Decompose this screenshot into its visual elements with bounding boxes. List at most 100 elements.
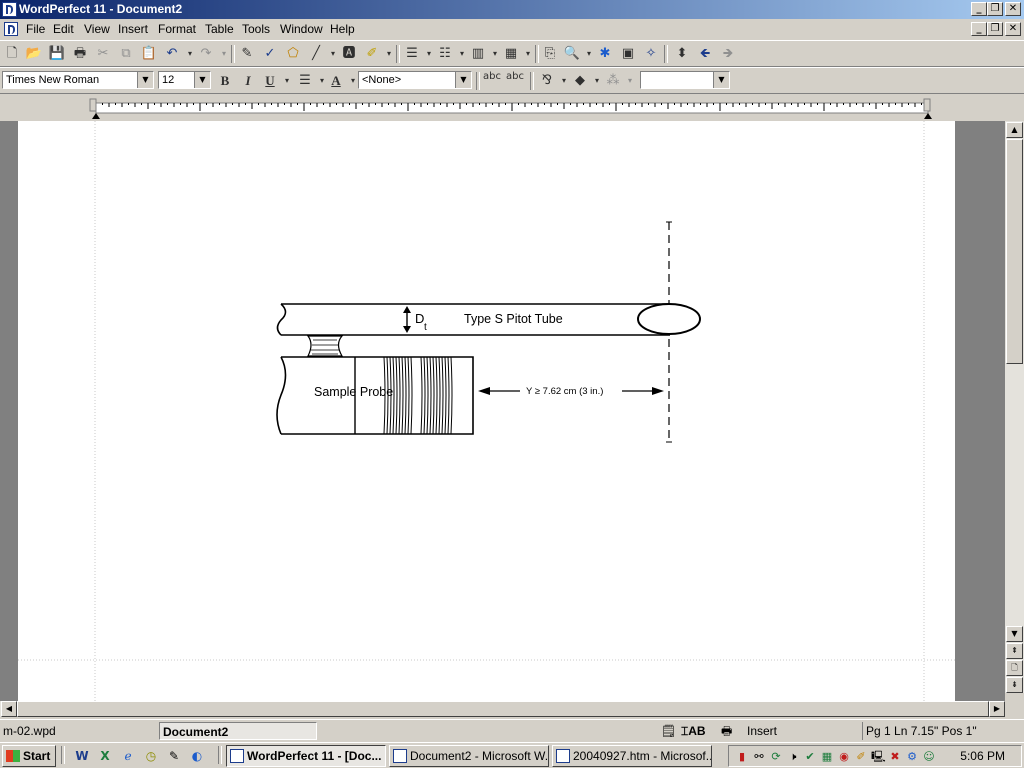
tray-computer-icon[interactable]: 🖳 <box>871 750 886 764</box>
prompt-as-you-go-button[interactable]: abc <box>481 71 503 91</box>
print-icon[interactable]: 🖶 <box>69 44 91 64</box>
status-document-tab[interactable]: Document2 <box>159 722 317 740</box>
calculator-icon[interactable]: ▣ <box>617 44 639 64</box>
caps-ab-indicator[interactable]: ⌶AB <box>678 722 720 740</box>
clock-app-icon[interactable]: ◷ <box>143 748 159 764</box>
font-size-combo[interactable]: 12 ▼ <box>158 71 211 89</box>
wordperfect-app-icon[interactable] <box>2 2 17 17</box>
chevron-down-icon[interactable]: ▼ <box>455 72 471 88</box>
tray-pen-icon[interactable]: ✐ <box>854 750 868 764</box>
menu-file[interactable]: File <box>26 22 45 36</box>
cut-icon[interactable]: ✂ <box>92 44 114 64</box>
thread-line <box>435 356 438 435</box>
save-icon[interactable]: 💾 <box>46 44 68 64</box>
forward-arrow-icon[interactable]: 🡺 <box>717 44 739 64</box>
minimize-button[interactable]: _ <box>971 2 987 16</box>
page-icon[interactable]: 🗋 <box>1006 660 1023 676</box>
menu-help[interactable]: Help <box>330 22 355 36</box>
open-folder-icon[interactable]: 📂 <box>23 44 45 64</box>
macro-icon[interactable]: 🗒 <box>658 722 678 740</box>
shapes-icon[interactable]: ⬠ <box>282 44 304 64</box>
right-indent-marker[interactable] <box>924 113 932 119</box>
scroll-down-icon[interactable]: ▼ <box>1006 626 1023 642</box>
start-button[interactable]: Start <box>2 745 56 767</box>
status-insert-mode[interactable]: Insert <box>744 722 854 740</box>
menu-edit[interactable]: Edit <box>53 22 74 36</box>
tray-sync-icon[interactable]: ⟳ <box>769 750 783 764</box>
symbols-icon[interactable]: ✱ <box>594 44 616 64</box>
font-face-combo[interactable]: Times New Roman ▼ <box>2 71 154 89</box>
right-margin-marker[interactable] <box>923 98 931 112</box>
spell-check-icon[interactable]: ✎ <box>236 44 258 64</box>
vertical-scroll-thumb[interactable] <box>1006 139 1023 364</box>
excel-quicklaunch-icon[interactable]: X <box>97 748 113 764</box>
word-quicklaunch-icon[interactable]: W <box>74 748 90 764</box>
menu-view[interactable]: View <box>84 22 110 36</box>
notepad-icon[interactable]: ✎ <box>166 748 182 764</box>
clock[interactable]: 5:06 PM <box>960 749 1005 763</box>
pitot-probe-diagram[interactable]: D t Type S Pitot Tube Sample Probe Y ≥ 7… <box>276 221 701 443</box>
doc-close-button[interactable]: ✕ <box>1005 22 1021 36</box>
font-size-value: 12 <box>162 74 175 86</box>
paste-icon[interactable]: 📋 <box>138 44 160 64</box>
extra-combo[interactable]: ▼ <box>640 71 730 89</box>
scroll-left-icon[interactable]: ◀ <box>1 701 17 717</box>
desktop-icon[interactable]: ◐ <box>189 748 205 764</box>
document-icon[interactable] <box>4 22 18 36</box>
tray-antivirus-icon[interactable]: ◉ <box>837 750 851 764</box>
ruler[interactable] <box>0 95 1024 121</box>
reveal-codes-icon[interactable]: ⎘ <box>539 44 561 64</box>
doc-minimize-button[interactable]: _ <box>971 22 987 36</box>
doc-restore-button[interactable]: ❐ <box>987 22 1003 36</box>
grammar-check-icon[interactable]: ✓ <box>259 44 281 64</box>
ab-label: AB <box>688 724 706 738</box>
shadow-dropdown-icon[interactable]: ▾ <box>619 71 641 91</box>
horizontal-scrollbar[interactable]: ◀ ▶ <box>0 701 1005 717</box>
left-margin-marker[interactable] <box>89 98 97 112</box>
menu-format[interactable]: Format <box>158 22 196 36</box>
tray-network-icon[interactable]: ⚯ <box>752 750 766 764</box>
chevron-down-icon[interactable]: ▼ <box>137 72 153 88</box>
tray-update-icon[interactable]: ⚙ <box>905 750 919 764</box>
style-combo[interactable]: <None> ▼ <box>358 71 472 89</box>
next-page-icon[interactable]: ⇟ <box>1006 677 1023 693</box>
menu-insert[interactable]: Insert <box>118 22 148 36</box>
tray-volume-icon[interactable]: 🕨 <box>786 750 800 764</box>
restore-button[interactable]: ❐ <box>987 2 1003 16</box>
scroll-up-icon[interactable]: ▲ <box>1006 122 1023 138</box>
back-arrow-icon[interactable]: 🡸 <box>694 44 716 64</box>
printer-icon[interactable]: 🖶 <box>718 722 740 740</box>
task-htm-document[interactable]: 20040927.htm - Microsof... <box>552 745 712 767</box>
task-word-document[interactable]: Document2 - Microsoft W... <box>389 745 549 767</box>
toolbar-separator <box>664 45 668 63</box>
thread-line <box>426 356 429 435</box>
copy-icon[interactable]: ⧉ <box>115 44 137 64</box>
chevron-down-icon[interactable]: ▼ <box>713 72 729 88</box>
tray-app-icon[interactable]: ✔ <box>803 750 817 764</box>
tray-grid-icon[interactable]: ▦ <box>820 750 834 764</box>
menu-table[interactable]: Table <box>205 22 234 36</box>
document-page[interactable]: D t Type S Pitot Tube Sample Probe Y ≥ 7… <box>18 121 955 701</box>
spell-as-you-go-button[interactable]: abc <box>504 71 526 91</box>
close-button[interactable]: ✕ <box>1005 2 1021 16</box>
new-document-icon[interactable]: 🗋 <box>1 44 23 64</box>
task-wordperfect[interactable]: WordPerfect 11 - [Doc... <box>226 745 386 767</box>
italic-button[interactable]: I <box>237 71 259 91</box>
bold-button[interactable]: B <box>214 71 236 91</box>
tray-user-icon[interactable]: ☺ <box>922 750 936 764</box>
internet-explorer-icon[interactable]: ℯ <box>120 748 136 764</box>
text-box-icon[interactable]: 🅰 <box>338 44 360 64</box>
menu-window[interactable]: Window <box>280 22 323 36</box>
left-indent-marker[interactable] <box>92 113 100 119</box>
scroll-right-icon[interactable]: ▶ <box>989 701 1005 717</box>
tray-chart-icon[interactable]: ▮ <box>735 750 749 764</box>
status-position[interactable]: Pg 1 Ln 7.15" Pos 1" <box>862 722 1022 740</box>
vertical-scrollbar[interactable]: ▲ ▼ ⇞ 🗋 ⇟ <box>1005 121 1024 693</box>
tray-disconnected-icon[interactable]: ✖ <box>888 750 902 764</box>
horizontal-scroll-thumb[interactable] <box>17 701 989 717</box>
web-tools-icon[interactable]: ✧ <box>640 44 662 64</box>
menu-tools[interactable]: Tools <box>242 22 270 36</box>
chevron-down-icon[interactable]: ▼ <box>194 72 210 88</box>
vertical-move-icon[interactable]: ⬍ <box>671 44 693 64</box>
previous-page-icon[interactable]: ⇞ <box>1006 643 1023 659</box>
